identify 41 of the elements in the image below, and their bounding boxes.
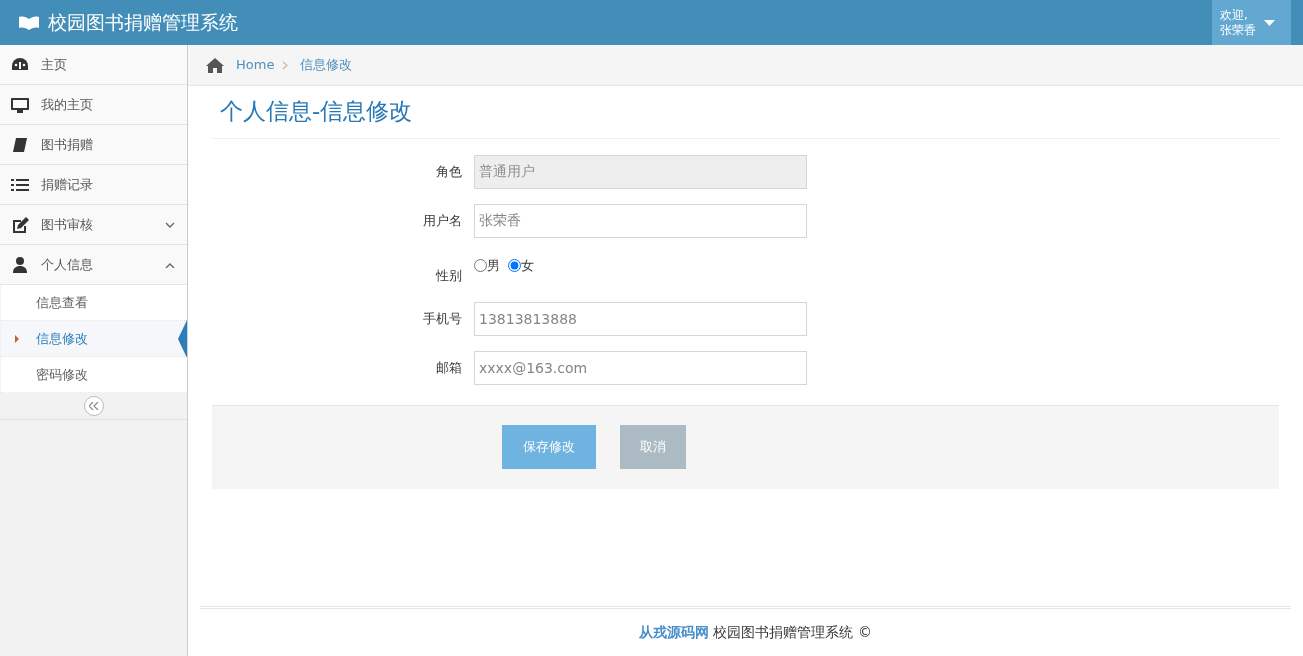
radio-label: 男: [487, 256, 500, 275]
user-name: 张荣香: [1220, 22, 1256, 37]
input-field[interactable]: 张荣香: [474, 203, 807, 238]
sidebar-item[interactable]: 图书审核: [0, 205, 187, 245]
user-menu-button[interactable]: 欢迎, 张荣香: [1212, 0, 1291, 45]
greeting-text: 欢迎,: [1220, 8, 1249, 23]
sidebar-item[interactable]: 图书捐赠: [0, 125, 187, 165]
field-label: 性别: [435, 266, 463, 285]
submenu-item[interactable]: 信息修改: [1, 321, 187, 357]
user-icon: [10, 254, 30, 275]
input-field[interactable]: 13813813888: [474, 301, 807, 336]
double-chevron-left-icon: [88, 402, 99, 410]
sidebar-item[interactable]: 捐赠记录: [0, 165, 187, 205]
edit-icon: [10, 214, 30, 235]
home-icon: [206, 57, 224, 73]
footer-text: 从戎源码网 校园图书捐赠管理系统 ©: [638, 623, 872, 642]
breadcrumb-link[interactable]: Home: [236, 55, 275, 75]
sidebar-item[interactable]: 我的主页: [0, 85, 187, 125]
submenu-item[interactable]: 密码修改: [1, 357, 187, 393]
chevron-right-icon: [282, 60, 289, 70]
page-title: 个人信息-信息修改: [212, 86, 1279, 139]
collapse-sidebar-button[interactable]: [83, 396, 104, 416]
field-label: 用户名: [422, 211, 463, 230]
footer-link[interactable]: 从戎源码网: [639, 624, 710, 640]
sidebar-item[interactable]: 个人信息: [0, 245, 187, 285]
field-label: 角色: [435, 162, 463, 181]
breadcrumb-link[interactable]: 信息修改: [300, 55, 353, 75]
submenu-item[interactable]: 信息查看: [1, 285, 187, 321]
field-label: 邮箱: [435, 358, 463, 377]
caret-icon: [1264, 19, 1275, 26]
sidebar-item[interactable]: 主页: [0, 45, 187, 85]
save-button[interactable]: 保存修改: [502, 425, 596, 470]
pointer-icon: [178, 320, 187, 358]
cancel-button[interactable]: 取消: [620, 425, 686, 470]
radio-button[interactable]: [474, 259, 487, 273]
app-title: 校园图书捐赠管理系统: [48, 10, 238, 36]
field-label: 手机号: [422, 309, 463, 328]
radio-button[interactable]: [508, 259, 521, 273]
input-field[interactable]: xxxx@163.com: [474, 350, 807, 385]
caret-icon: [15, 335, 19, 343]
radio-label: 女: [521, 256, 534, 275]
